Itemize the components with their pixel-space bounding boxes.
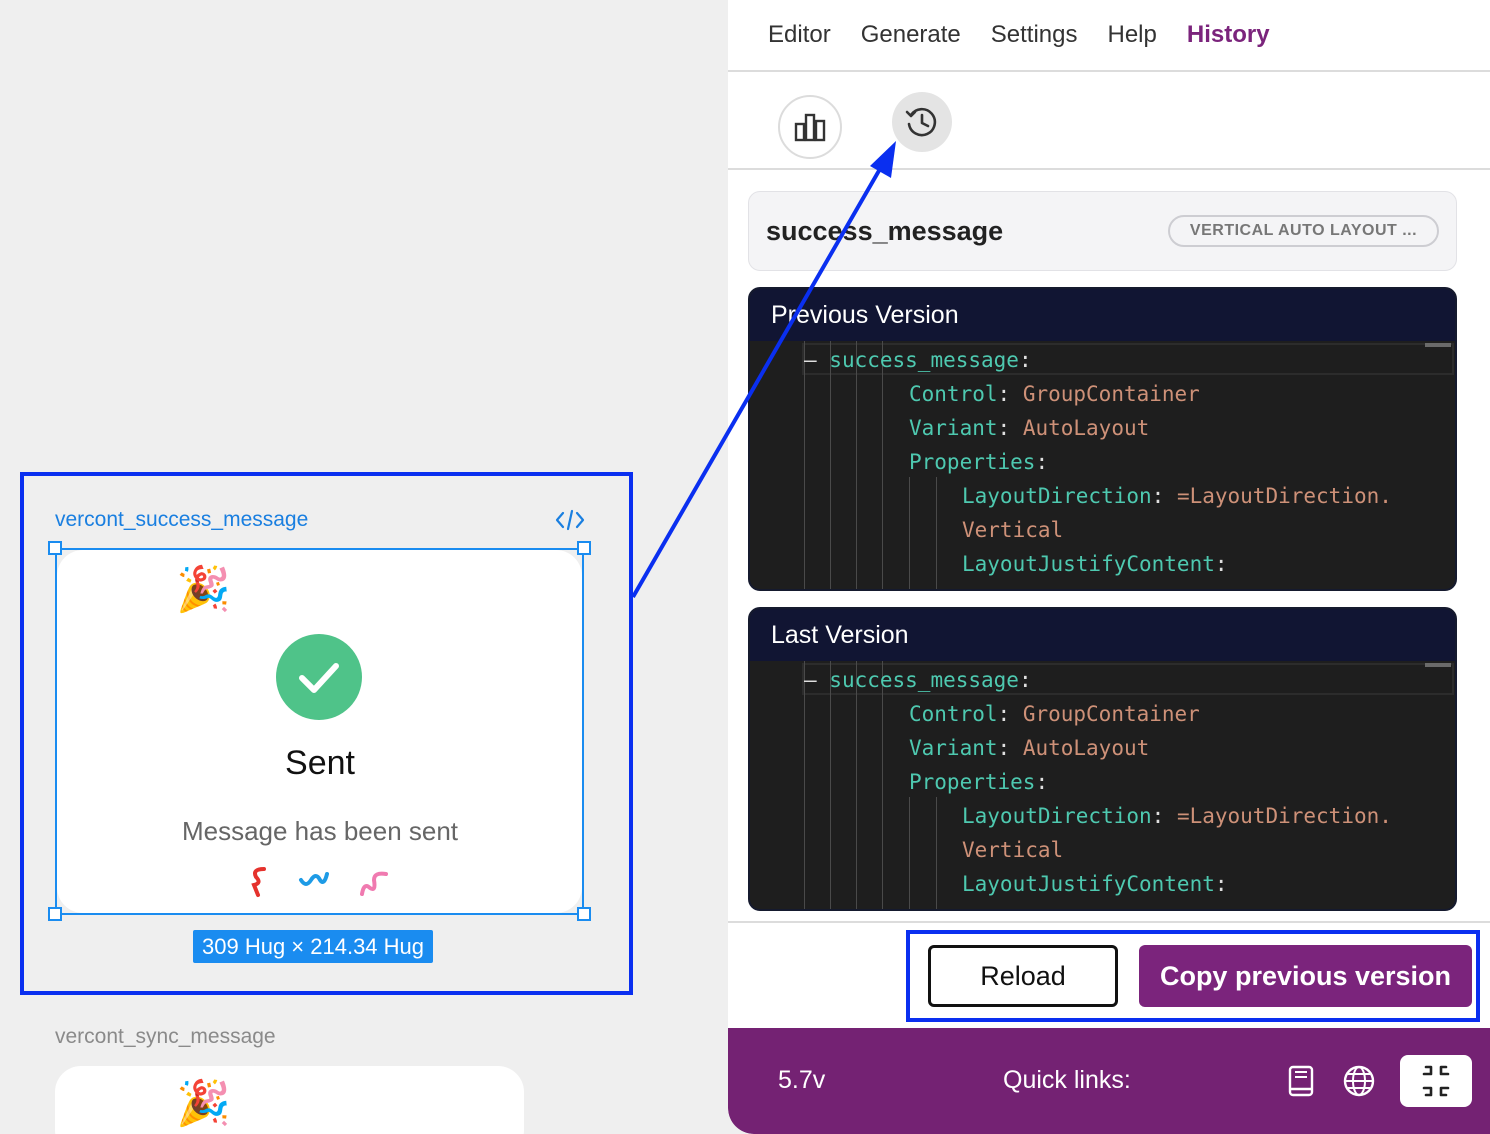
previous-version-code[interactable]: – success_message: Control: GroupContain… <box>750 341 1455 589</box>
history-button[interactable] <box>892 92 952 152</box>
last-version-title: Last Version <box>750 609 1455 661</box>
reload-button[interactable]: Reload <box>928 945 1118 1007</box>
chart-button[interactable] <box>778 95 842 159</box>
layout-badge: VERTICAL AUTO LAYOUT ... <box>1168 215 1439 247</box>
code-scrollbar[interactable] <box>1425 343 1451 347</box>
collapse-button[interactable] <box>1400 1055 1472 1107</box>
design-canvas[interactable]: vercont_success_message 🎉 Sent Message h… <box>0 0 728 1134</box>
component-name: success_message <box>766 216 1004 246</box>
confetti-blue-icon <box>299 872 329 886</box>
globe-icon[interactable] <box>1342 1064 1376 1098</box>
component-header: success_message VERTICAL AUTO LAYOUT ... <box>748 191 1457 271</box>
resize-handle-bottom-left[interactable] <box>48 907 62 921</box>
menu-generate[interactable]: Generate <box>861 21 961 49</box>
confetti-pink-icon <box>360 871 388 896</box>
confetti-red-icon <box>251 867 266 897</box>
status-bar: 5.7v Quick links: <box>728 1028 1490 1134</box>
resize-handle-top-right[interactable] <box>577 541 591 555</box>
version-label: 5.7v <box>778 1066 826 1094</box>
resize-handle-bottom-right[interactable] <box>577 907 591 921</box>
selection-outline <box>55 548 584 915</box>
party-popper-icon: 🎉 <box>176 1079 231 1128</box>
size-badge: 309 Hug × 214.34 Hug <box>193 930 434 963</box>
plugin-panel: Editor Generate Settings Help History su… <box>728 0 1490 1134</box>
party-popper-icon: 🎉 <box>176 565 231 614</box>
code-scrollbar[interactable] <box>1425 663 1451 667</box>
previous-version-panel: Previous Version – success_message: Cont… <box>748 287 1457 591</box>
sync-message-card[interactable] <box>55 1066 524 1134</box>
quick-links-label: Quick links: <box>1003 1066 1131 1094</box>
previous-version-title: Previous Version <box>750 289 1455 341</box>
bar-chart-icon <box>794 113 826 142</box>
menu-editor[interactable]: Editor <box>768 21 831 49</box>
copy-previous-version-button[interactable]: Copy previous version <box>1139 945 1472 1007</box>
footer-divider <box>728 921 1490 923</box>
success-check-icon <box>276 634 362 720</box>
toolbar <box>728 72 1490 170</box>
resize-handle-top-left[interactable] <box>48 541 62 555</box>
collapse-icon <box>1422 1065 1450 1097</box>
last-version-code[interactable]: – success_message: Control: GroupContain… <box>750 661 1455 909</box>
last-version-panel: Last Version – success_message: Control:… <box>748 607 1457 911</box>
code-icon[interactable] <box>555 508 585 532</box>
frame-title-sync[interactable]: vercont_sync_message <box>55 1025 276 1049</box>
menu-settings[interactable]: Settings <box>991 21 1078 49</box>
card-subtitle: Message has been sent <box>181 816 459 846</box>
menu-bar: Editor Generate Settings Help History <box>728 0 1490 72</box>
history-icon <box>905 107 937 137</box>
menu-help[interactable]: Help <box>1108 21 1157 49</box>
book-icon[interactable] <box>1284 1064 1318 1098</box>
card-title: Sent <box>285 744 355 782</box>
frame-title[interactable]: vercont_success_message <box>55 508 308 532</box>
menu-history[interactable]: History <box>1187 21 1270 49</box>
